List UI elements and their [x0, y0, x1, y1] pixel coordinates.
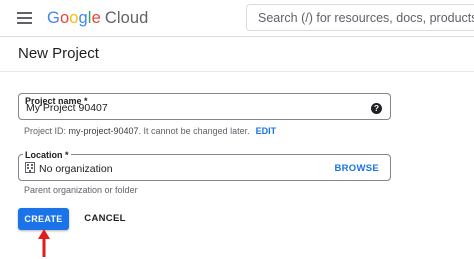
- project-id-hint: Project ID: my-project-90407. It cannot …: [24, 126, 277, 136]
- project-id-value: my-project-90407: [68, 126, 139, 136]
- cancel-button[interactable]: CANCEL: [80, 208, 130, 230]
- building-icon: [25, 162, 35, 173]
- create-button[interactable]: CREATE: [18, 208, 69, 230]
- help-circle-icon[interactable]: ?: [371, 103, 382, 114]
- google-cloud-logo[interactable]: Google Cloud: [47, 9, 148, 28]
- location-hint: Parent organization or folder: [24, 185, 138, 195]
- location-field[interactable]: Location * No organization BROWSE: [18, 150, 391, 181]
- red-arrow-annotation-icon: [38, 229, 50, 257]
- hamburger-menu-icon[interactable]: [17, 12, 32, 24]
- logo-product-name: Cloud: [104, 9, 149, 27]
- location-label: Location *: [23, 150, 71, 160]
- edit-project-id-link[interactable]: EDIT: [256, 126, 277, 136]
- project-name-value: My Project 90407: [26, 102, 108, 114]
- page-title: New Project: [18, 45, 99, 62]
- search-placeholder: Search (/) for resources, docs, products…: [258, 11, 474, 25]
- location-value: No organization: [39, 163, 113, 175]
- header-divider: [0, 36, 474, 37]
- top-bar: Google Cloud Search (/) for resources, do…: [0, 0, 474, 36]
- search-input[interactable]: Search (/) for resources, docs, products…: [246, 4, 474, 31]
- browse-button[interactable]: BROWSE: [334, 163, 379, 174]
- title-divider: [0, 71, 474, 72]
- project-name-field[interactable]: Project name * My Project 90407 ?: [18, 93, 391, 120]
